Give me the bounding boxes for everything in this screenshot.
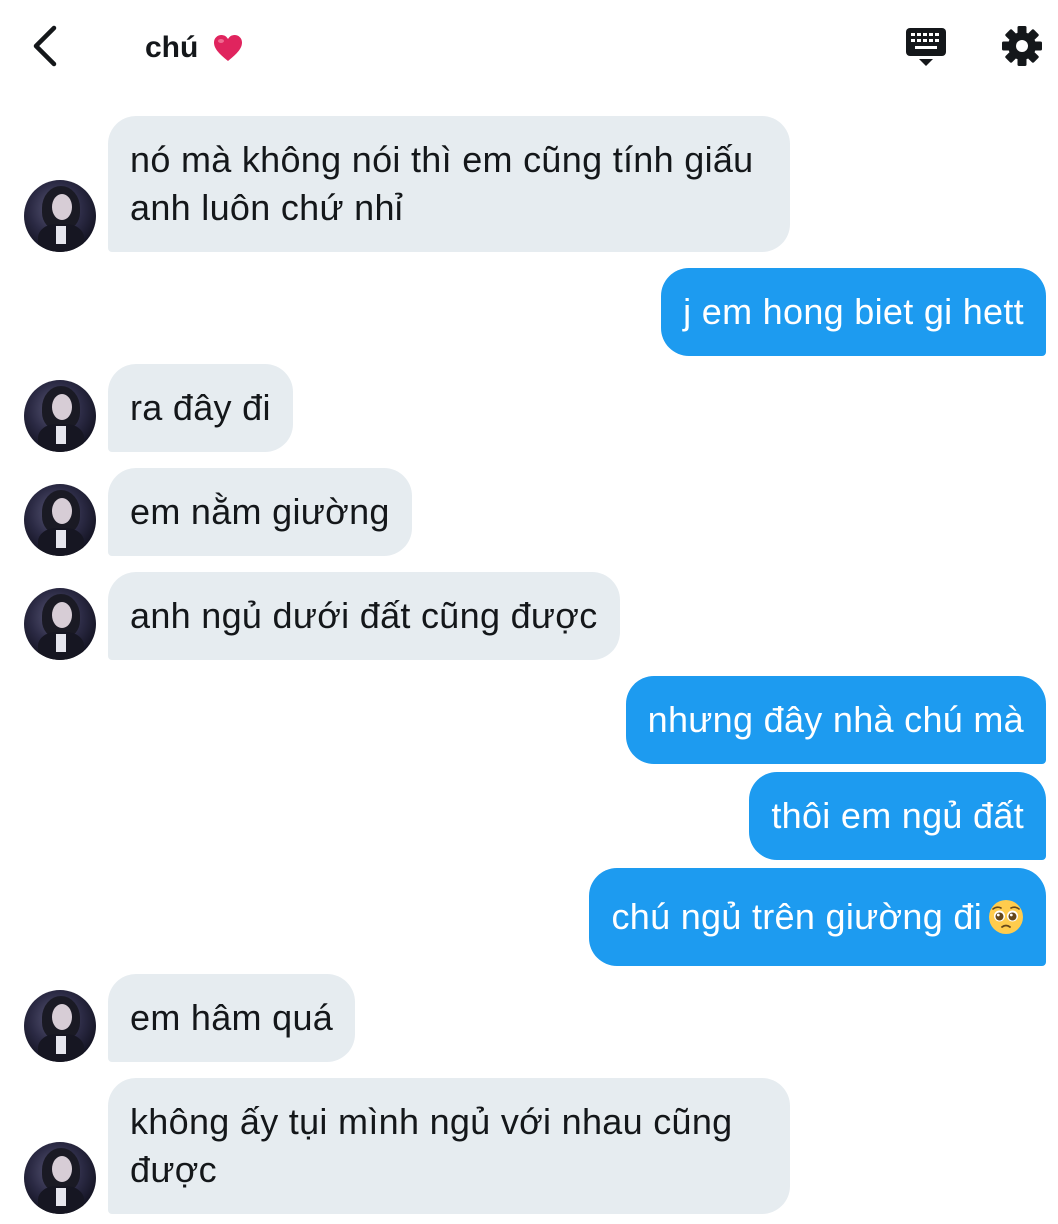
message-text: chú ngủ trên giường đi [611,896,982,937]
message-text: em nằm giường [130,491,390,532]
conversation-title[interactable]: chú [145,28,198,68]
gear-icon[interactable] [1000,24,1044,68]
message-bubble-incoming[interactable]: ra đây đi [108,364,293,452]
message-text: em hâm quá [130,997,334,1038]
message-bubble-incoming[interactable]: không ấy tụi mình ngủ với nhau cũng được [108,1078,790,1214]
avatar[interactable] [24,1142,96,1214]
message-bubble-incoming[interactable]: em hâm quá [108,974,356,1062]
pleading-face-emoji-icon [989,900,1023,934]
message-bubble-incoming[interactable]: nó mà không nói thì em cũng tính giấu an… [108,116,790,252]
message-text: j em hong biet gi hett [683,291,1024,332]
avatar[interactable] [24,180,96,252]
message-text: anh ngủ dưới đất cũng được [130,595,598,636]
chevron-left-icon[interactable] [26,24,66,68]
message-bubble-outgoing[interactable]: nhưng đây nhà chú mà [625,676,1046,764]
keyboard-icon[interactable] [904,26,948,68]
message-bubble-outgoing[interactable]: chú ngủ trên giường đi [589,868,1046,966]
message-text: ra đây đi [130,387,271,428]
message-text: không ấy tụi mình ngủ với nhau cũng được [130,1101,733,1190]
avatar[interactable] [24,990,96,1062]
avatar[interactable] [24,380,96,452]
message-bubble-outgoing[interactable]: j em hong biet gi hett [661,268,1046,356]
red-heart-emoji-icon [214,35,242,61]
message-bubble-incoming[interactable]: em nằm giường [108,468,412,556]
message-text: thôi em ngủ đất [771,795,1024,836]
message-text: nó mà không nói thì em cũng tính giấu an… [130,139,754,228]
message-text: nhưng đây nhà chú mà [647,699,1024,740]
avatar[interactable] [24,484,96,556]
conversation-header: chú [0,0,1058,96]
message-bubble-outgoing[interactable]: thôi em ngủ đất [749,772,1046,860]
message-bubble-incoming[interactable]: anh ngủ dưới đất cũng được [108,572,620,660]
avatar[interactable] [24,588,96,660]
